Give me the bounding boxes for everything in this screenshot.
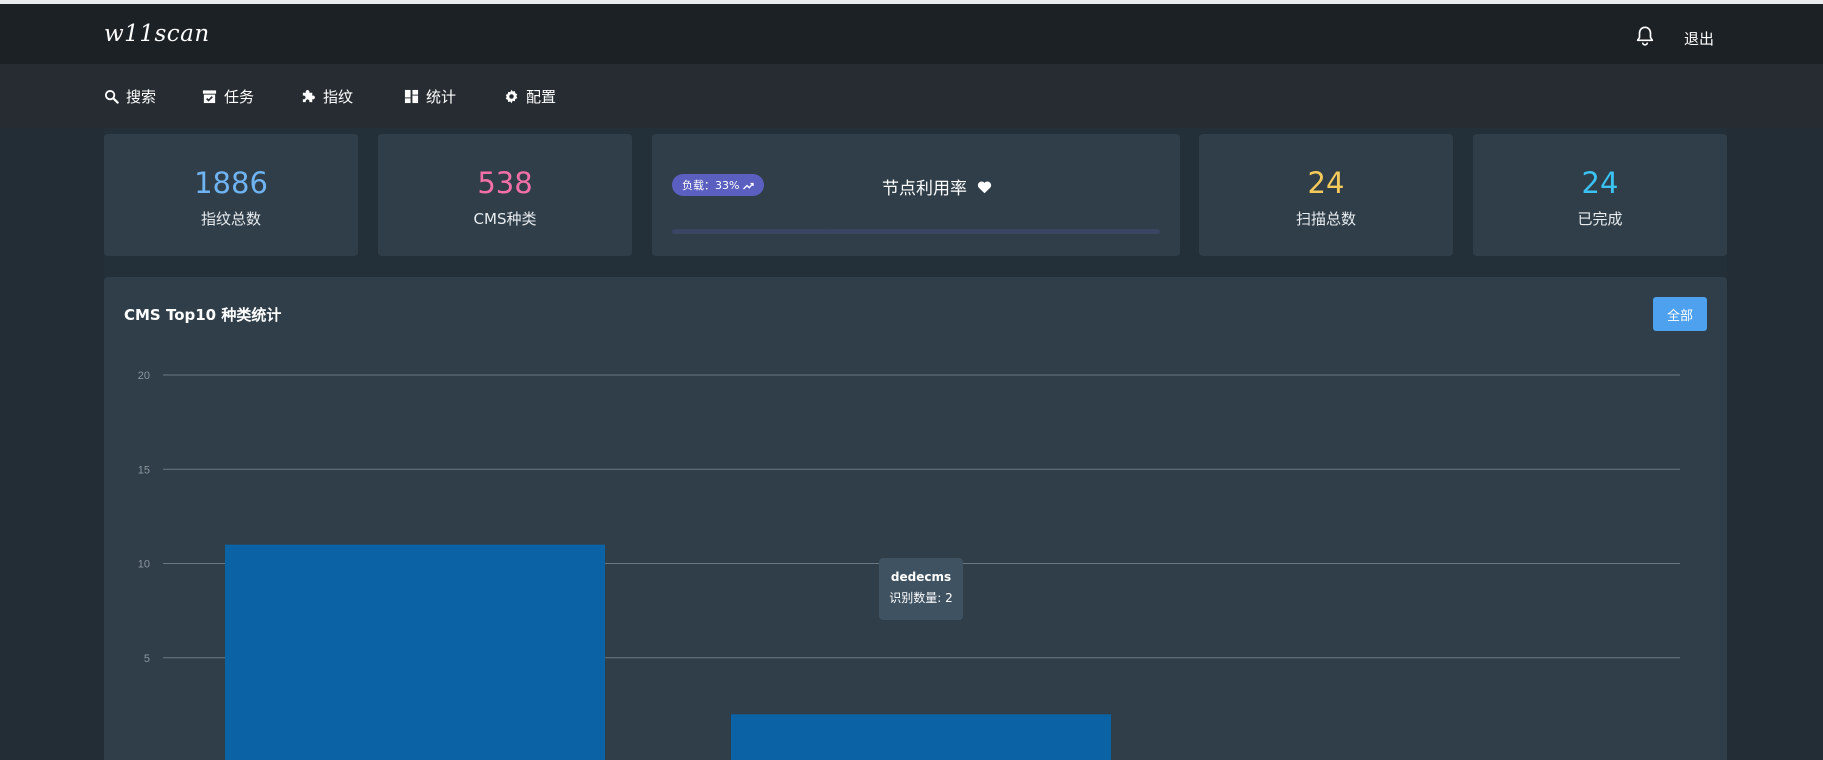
node-utilization-card: 负载：33% 节点利用率 (652, 134, 1180, 256)
task-icon (202, 89, 217, 103)
load-badge-label: 负载：33% (682, 179, 740, 192)
nav-item-config[interactable]: 配置 (504, 86, 556, 106)
stat-card-completed: 24 已完成 (1473, 134, 1727, 256)
chart-bar-dedecms[interactable] (731, 714, 1111, 760)
nav-item-label: 搜索 (126, 87, 157, 106)
cms-top10-chart-card: CMS Top10 种类统计 全部 5 10 15 20 dedecms 识别数量: … (104, 277, 1727, 760)
stat-card-cms-types: 538 CMS种类 (378, 134, 632, 256)
load-badge: 负载：33% (672, 174, 765, 196)
stat-value: 538 (477, 166, 533, 200)
y-tick-label: 10 (138, 559, 150, 571)
y-tick-label: 15 (138, 464, 150, 476)
stat-label: 扫描总数 (1295, 210, 1356, 228)
bar-chart: 5 10 15 20 (138, 370, 1680, 760)
stat-value: 1886 (194, 166, 268, 200)
gear-icon (505, 89, 518, 103)
logo[interactable]: w11scan (104, 21, 210, 47)
stat-card-fingerprint-total: 1886 指纹总数 (104, 134, 358, 256)
stat-label: CMS种类 (473, 210, 537, 228)
logout-link[interactable]: 退出 (1684, 28, 1714, 49)
nav-item-search[interactable]: 搜索 (104, 86, 156, 106)
nav-item-task[interactable]: 任务 (202, 86, 254, 106)
stat-label: 指纹总数 (200, 210, 261, 228)
nav-item-label: 任务 (224, 87, 255, 106)
node-load-progress (672, 229, 1160, 234)
tooltip-name: dedecms (890, 570, 952, 584)
chart-tooltip: dedecms 识别数量: 2 (879, 558, 963, 620)
stat-card-scan-total: 24 扫描总数 (1199, 134, 1453, 256)
stat-value: 24 (1307, 166, 1345, 200)
nav-item-statistics[interactable]: 统计 (404, 86, 456, 106)
nav-item-label: 统计 (426, 87, 457, 106)
main-navigation: 搜索 任务 指纹 统计 配置 (0, 64, 1823, 128)
trend-up-icon (743, 182, 755, 189)
y-tick-label: 20 (138, 370, 150, 382)
y-tick-label: 5 (144, 653, 150, 665)
nav-item-label: 配置 (526, 87, 557, 106)
top-header: w11scan 退出 (0, 4, 1823, 64)
chart-bar-bar-1[interactable] (225, 544, 605, 760)
dashboard-icon (404, 89, 419, 103)
puzzle-icon (302, 89, 315, 102)
heart-icon (977, 181, 992, 193)
node-load-progress-fill (672, 229, 834, 234)
node-title-label: 节点利用率 (882, 179, 967, 199)
bell-icon[interactable] (1634, 24, 1656, 48)
stat-value: 24 (1581, 166, 1619, 200)
search-icon (104, 89, 119, 104)
nav-item-label: 指纹 (323, 87, 354, 106)
stat-label: 已完成 (1577, 210, 1623, 228)
nav-item-fingerprint[interactable]: 指纹 (301, 86, 353, 106)
tooltip-value: 识别数量: 2 (889, 591, 953, 605)
node-title: 节点利用率 (882, 174, 992, 199)
